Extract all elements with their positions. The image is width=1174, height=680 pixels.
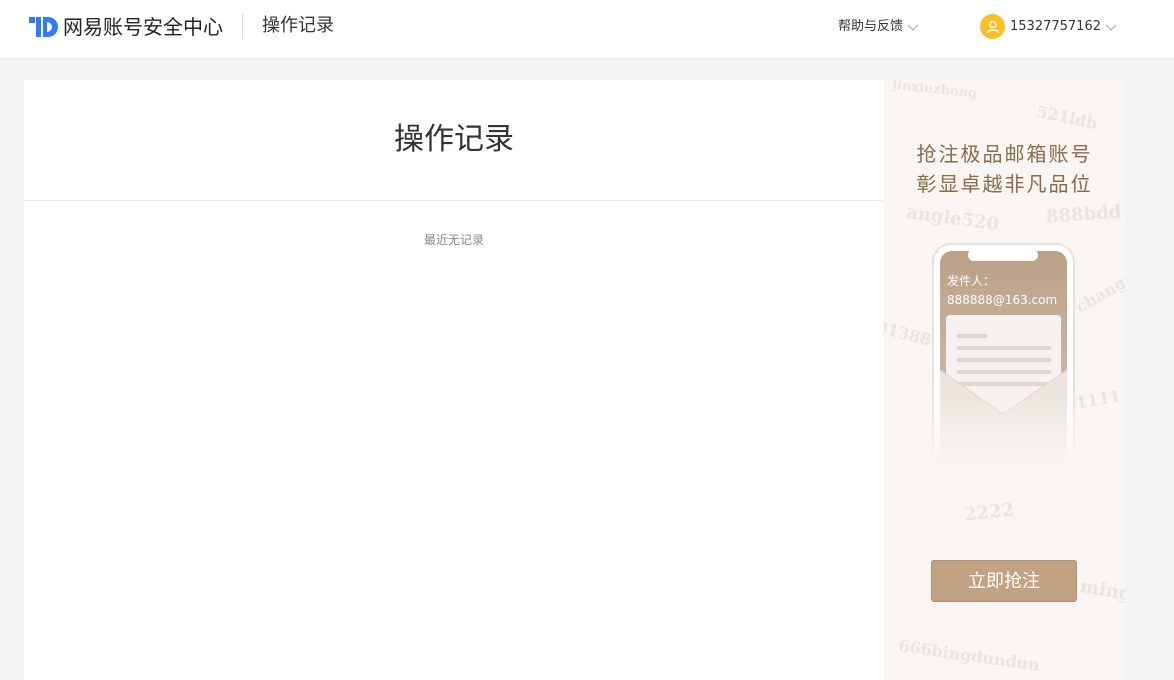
help-feedback-label: 帮助与反馈 xyxy=(838,19,904,34)
watermark-text: 888bdd xyxy=(1045,201,1122,228)
page-title: 操作记录 xyxy=(394,122,514,157)
register-now-button[interactable]: 立即抢注 xyxy=(931,560,1077,602)
watermark-text: 521ldb xyxy=(1034,101,1100,134)
watermark-text: jinxiuzhong xyxy=(891,80,978,102)
user-account-menu[interactable]: 15327757162 xyxy=(980,14,1117,39)
promo-headline-line2: 彰显卓越非凡品位 xyxy=(916,174,1093,196)
promo-headline-line1: 抢注极品邮箱账号 xyxy=(916,144,1093,166)
help-feedback-menu[interactable]: 帮助与反馈 xyxy=(838,18,919,36)
chevron-down-icon xyxy=(1105,24,1117,31)
title-divider xyxy=(24,200,884,201)
header-divider xyxy=(242,14,243,39)
promo-headline: 抢注极品邮箱账号 彰显卓越非凡品位 xyxy=(884,140,1125,200)
sender-email: 888888@163.com xyxy=(947,293,1058,307)
empty-state-text: 最近无记录 xyxy=(423,233,484,247)
watermark-text: 2222 xyxy=(963,499,1016,526)
watermark-text: 666bingdundun xyxy=(897,636,1042,675)
watermark-text: angle520 xyxy=(904,201,1001,236)
promo-banner[interactable]: jinxiuzhong 521ldb angle520 888bdd chang… xyxy=(884,80,1125,680)
avatar xyxy=(980,14,1005,39)
watermark-text: changsu xyxy=(1072,262,1125,317)
header-page-name: 操作记录 xyxy=(262,15,334,36)
brand-id-icon xyxy=(29,17,58,37)
operation-log-panel: 操作记录 最近无记录 xyxy=(24,80,884,680)
watermark-text: 1111 xyxy=(1074,386,1122,413)
top-header: 网易账号安全中心 操作记录 帮助与反馈 15327757162 xyxy=(0,0,1174,59)
chevron-down-icon xyxy=(907,24,919,31)
watermark-text: 31388 xyxy=(884,317,934,350)
account-number: 15327757162 xyxy=(1010,19,1101,34)
user-icon xyxy=(986,20,999,33)
logo[interactable]: 网易账号安全中心 xyxy=(29,14,223,40)
brand-name: 网易账号安全中心 xyxy=(63,15,223,39)
sender-label: 发件人： xyxy=(947,274,996,288)
watermark-text: ming xyxy=(1078,575,1125,606)
